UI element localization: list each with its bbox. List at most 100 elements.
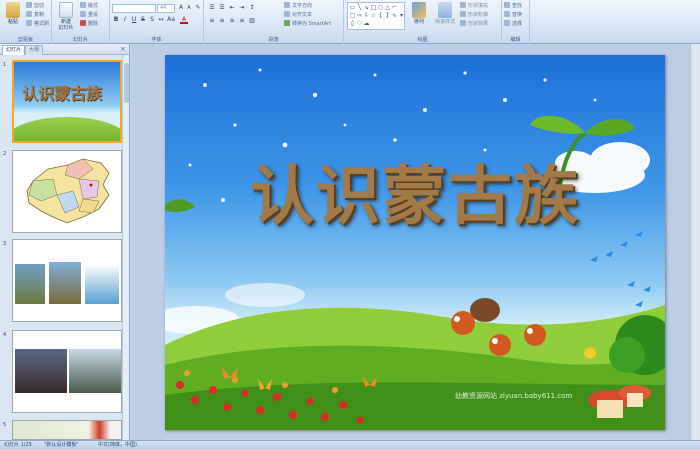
layout-button[interactable]: 版式 xyxy=(80,1,98,9)
quick-styles-button[interactable]: 快速样式 xyxy=(432,2,458,25)
slide-thumbnail-1[interactable]: 认识蒙古族 xyxy=(12,60,122,143)
brace-left-shape-icon[interactable]: { xyxy=(377,12,384,19)
right-arrow-shape-icon[interactable]: ⇨ xyxy=(356,12,363,19)
select-button[interactable]: 选择 xyxy=(504,19,522,27)
reset-button[interactable]: 重设 xyxy=(80,10,98,18)
format-painter-button[interactable]: 格式刷 xyxy=(26,19,49,27)
language: 中文(简体，中国) xyxy=(98,442,137,448)
spacing-button[interactable]: ↔ xyxy=(157,16,165,24)
vertical-scrollbar[interactable] xyxy=(690,44,700,440)
align-text-button[interactable]: 对齐文本 xyxy=(284,10,312,18)
underline-button[interactable]: U xyxy=(130,16,138,24)
numbering-button[interactable]: ☰ xyxy=(218,4,226,12)
paragraph-group-title: 段落 xyxy=(268,37,279,43)
down-arrow-shape-icon[interactable]: ⇩ xyxy=(363,12,370,19)
line-shape-icon[interactable]: ╲ xyxy=(356,4,363,11)
slide-thumbnail-5[interactable] xyxy=(12,420,122,440)
font-color-button[interactable]: A xyxy=(180,16,188,24)
cursor-icon xyxy=(504,20,510,26)
theme-name: "默认设计模板" xyxy=(44,442,79,448)
align-center-button[interactable]: ≡ xyxy=(218,17,226,25)
shape-outline-button[interactable]: 形状轮廓 xyxy=(460,10,488,18)
pen-icon xyxy=(460,11,466,17)
tab-slides[interactable]: 幻灯片 xyxy=(2,45,26,55)
shapes-gallery[interactable]: ▭ ╲ ↘ □ ○ △ ⌐ ▢ ⇨ ⇩ ☆ { } ∿ ◊ ♡ ☁ ▾ xyxy=(347,2,405,30)
align-right-button[interactable]: ≡ xyxy=(228,17,236,25)
fill-bucket-icon xyxy=(460,2,466,8)
textbox-shape-icon[interactable]: ▭ xyxy=(349,4,356,11)
curve-shape-icon[interactable]: ∿ xyxy=(391,12,398,19)
panel-scrollbar[interactable] xyxy=(122,55,129,440)
binoculars-icon xyxy=(504,2,510,8)
quick-styles-icon xyxy=(438,2,452,18)
text-direction-button[interactable]: 文字方向 xyxy=(284,1,312,9)
slide-thumbnail-2[interactable] xyxy=(12,150,122,233)
close-panel-icon[interactable]: × xyxy=(120,45,126,53)
arrange-icon xyxy=(412,2,426,18)
status-bar: 幻灯片 1/25 "默认设计模板" 中文(简体，中国) xyxy=(0,440,700,449)
clear-format-button[interactable]: ✎ xyxy=(194,4,202,12)
slide-title[interactable]: 认识蒙古族 xyxy=(225,145,605,237)
smartart-icon xyxy=(284,20,290,26)
oval-shape-icon[interactable]: ○ xyxy=(377,4,384,11)
shape-effects-button[interactable]: 形状效果 xyxy=(460,19,488,27)
brace-right-shape-icon[interactable]: } xyxy=(384,12,391,19)
thumb-number: 5 xyxy=(3,422,7,428)
new-slide-icon xyxy=(59,2,73,18)
editing-group: 查找 替换 选择 编辑 xyxy=(502,0,530,44)
shape-fill-button[interactable]: 形状填充 xyxy=(460,1,488,9)
change-case-button[interactable]: Aa xyxy=(167,16,175,24)
strikethrough-button[interactable]: S xyxy=(139,16,147,24)
arrow-shape-icon[interactable]: ↘ xyxy=(363,4,370,11)
brush-icon xyxy=(26,20,32,26)
replace-icon xyxy=(504,11,510,17)
slides-group-title: 幻灯片 xyxy=(72,37,88,43)
increase-indent-button[interactable]: ⇥ xyxy=(238,4,246,12)
bent-line-shape-icon[interactable]: ⌐ xyxy=(391,4,398,11)
slide-thumbnail-4[interactable] xyxy=(12,330,122,413)
shrink-font-button[interactable]: A xyxy=(185,4,193,12)
justify-button[interactable]: ≡ xyxy=(238,17,246,25)
rounded-rect-shape-icon[interactable]: ▢ xyxy=(349,12,356,19)
font-name-combo[interactable] xyxy=(112,4,156,13)
find-button[interactable]: 查找 xyxy=(504,1,522,9)
callout-shape-icon[interactable]: ◊ xyxy=(349,20,356,27)
effects-icon xyxy=(460,20,466,26)
rectangle-shape-icon[interactable]: □ xyxy=(370,4,377,11)
arrange-button[interactable]: 排列 xyxy=(408,2,430,25)
thumb-number: 1 xyxy=(3,62,7,68)
slide-canvas[interactable]: 认识蒙古族 幼教资源网站 ziyuan.baby611.com xyxy=(165,55,665,430)
font-size-combo[interactable]: 44 xyxy=(157,4,175,13)
tab-outline[interactable]: 大纲 xyxy=(25,45,44,55)
copy-button[interactable]: 复制 xyxy=(26,10,44,18)
triangle-shape-icon[interactable]: △ xyxy=(384,4,391,11)
cloud-shape-icon[interactable]: ☁ xyxy=(363,20,370,27)
bullets-button[interactable]: ☰ xyxy=(208,4,216,12)
new-slide-button[interactable]: 新建 幻灯片 xyxy=(54,2,78,31)
scissors-icon xyxy=(26,2,32,8)
align-left-button[interactable]: ≡ xyxy=(208,17,216,25)
convert-smartart-button[interactable]: 转换为 SmartArt xyxy=(284,19,331,27)
photo-thumb xyxy=(49,262,81,304)
replace-button[interactable]: 替换 xyxy=(504,10,522,18)
more-shapes-icon[interactable]: ▾ xyxy=(398,12,405,19)
drawing-group: ▭ ╲ ↘ □ ○ △ ⌐ ▢ ⇨ ⇩ ☆ { } ∿ ◊ ♡ ☁ ▾ 排列 快… xyxy=(344,0,502,44)
paste-button[interactable]: 粘贴 xyxy=(2,2,24,25)
text-direction-icon xyxy=(284,2,290,8)
cut-button[interactable]: 剪切 xyxy=(26,1,44,9)
decrease-indent-button[interactable]: ⇤ xyxy=(228,4,236,12)
slide-thumbnail-3[interactable] xyxy=(12,239,122,322)
italic-button[interactable]: I xyxy=(121,16,129,24)
bold-button[interactable]: B xyxy=(112,16,120,24)
scrollbar-thumb[interactable] xyxy=(124,63,129,103)
heart-shape-icon[interactable]: ♡ xyxy=(356,20,363,27)
thumb-number: 3 xyxy=(3,241,7,247)
delete-slide-button[interactable]: 删除 xyxy=(80,19,98,27)
photo-thumb xyxy=(85,264,119,304)
star-shape-icon[interactable]: ☆ xyxy=(370,12,377,19)
columns-button[interactable]: ▥ xyxy=(248,17,256,25)
shadow-button[interactable]: S xyxy=(148,16,156,24)
grow-font-button[interactable]: A xyxy=(177,4,185,12)
line-spacing-button[interactable]: ↕ xyxy=(248,4,256,12)
delete-icon xyxy=(80,20,86,26)
